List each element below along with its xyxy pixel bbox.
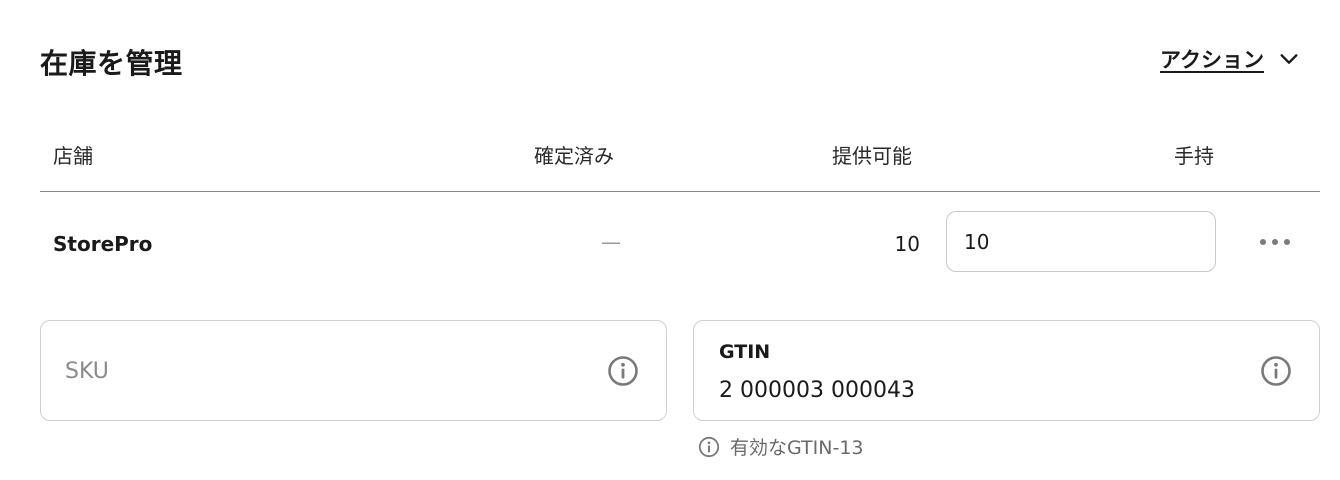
gtin-input[interactable] bbox=[719, 373, 1239, 407]
gtin-helper-text: 有効なGTIN-13 bbox=[698, 433, 864, 460]
column-header-committed: 確定済み bbox=[534, 144, 614, 168]
chevron-down-icon bbox=[1280, 54, 1298, 64]
committed-value: — bbox=[601, 230, 621, 254]
table-row: StorePro — 10 bbox=[40, 192, 1320, 292]
sku-field[interactable] bbox=[40, 320, 667, 421]
actions-label: アクション bbox=[1160, 48, 1264, 72]
available-value: 10 bbox=[894, 232, 920, 256]
column-header-store: 店舗 bbox=[53, 144, 93, 168]
info-icon[interactable] bbox=[607, 355, 639, 387]
info-icon[interactable] bbox=[1260, 355, 1292, 387]
actions-button[interactable]: アクション bbox=[1160, 44, 1300, 74]
on-hand-quantity-input[interactable] bbox=[946, 211, 1216, 272]
column-header-on-hand: 手持 bbox=[1174, 144, 1214, 168]
gtin-helper-label: 有効なGTIN-13 bbox=[730, 437, 864, 459]
page-title: 在庫を管理 bbox=[40, 47, 183, 80]
column-header-available: 提供可能 bbox=[832, 144, 912, 168]
sku-input[interactable] bbox=[65, 353, 585, 389]
gtin-label: GTIN bbox=[719, 341, 771, 363]
inventory-table-header: 店舗 確定済み 提供可能 手持 bbox=[40, 128, 1320, 192]
info-icon bbox=[698, 436, 720, 457]
page-header: 在庫を管理 アクション bbox=[40, 38, 1300, 84]
store-name: StorePro bbox=[53, 232, 153, 256]
gtin-field[interactable]: GTIN bbox=[693, 320, 1320, 421]
more-horizontal-icon[interactable] bbox=[1258, 234, 1292, 250]
